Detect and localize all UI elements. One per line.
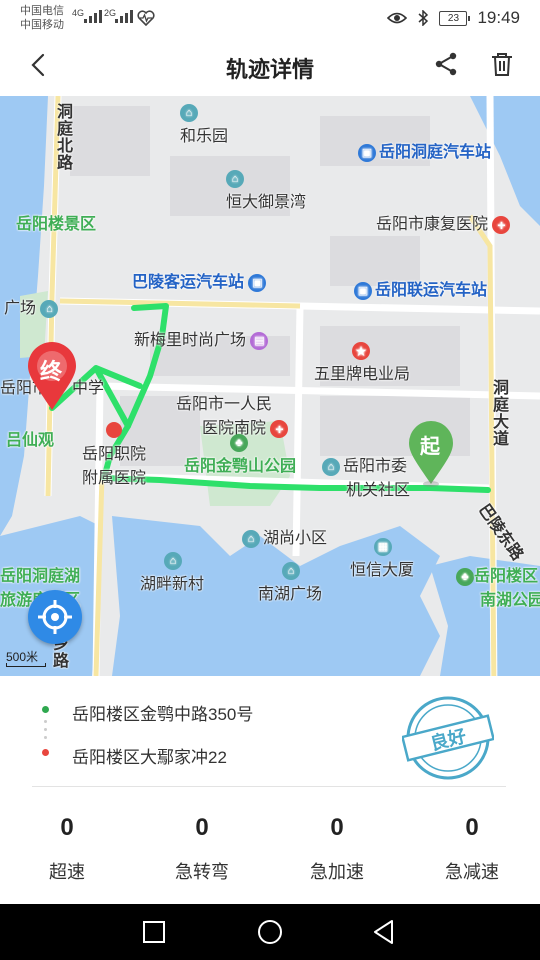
connector-dot: [44, 736, 47, 739]
residential-icon: ⌂: [282, 562, 300, 580]
stat-value: 0: [330, 814, 344, 841]
clock: 19:49: [477, 8, 520, 27]
residential-icon: ⌂: [242, 529, 260, 548]
map-label-dongting-avenue: 洞庭大道: [492, 380, 509, 448]
start-marker-label: 起: [420, 436, 440, 458]
battery-indicator: 23: [439, 10, 471, 26]
map-label-dongting-bus-station: ▣ 岳阳洞庭汽车站: [358, 138, 491, 162]
map-label-hupan: ⌂ 湖畔新村: [140, 552, 204, 594]
residential-icon: ⌂: [164, 552, 182, 570]
map-label-xinmeili: 新梅里时尚广场 ▤: [134, 326, 271, 350]
map-label-hushang: ⌂ 湖尚小区: [242, 524, 327, 548]
trash-icon[interactable]: [488, 50, 516, 78]
signal-icon: [84, 10, 102, 23]
shopping-icon: ▤: [250, 331, 269, 350]
map-label-yueyanglou: 岳阳楼景区: [16, 216, 97, 233]
residential-icon: ⌂: [322, 457, 340, 476]
bus-icon: ▣: [358, 143, 376, 162]
stat-hard-braking: 0 急减速: [417, 814, 527, 884]
signal-icon-2: [115, 10, 133, 23]
rating-stamp: 良好: [400, 692, 496, 784]
end-dot: [42, 749, 49, 756]
map-label-baling-station: 巴陵客运汽车站 ▣: [132, 268, 269, 292]
government-icon: ★: [352, 342, 370, 360]
bluetooth-icon: [418, 10, 429, 26]
stat-hard-acceleration: 0 急加速: [282, 814, 392, 884]
app-header: 轨迹详情: [0, 36, 540, 96]
carrier-labels: 中国电信 中国移动: [20, 4, 64, 32]
stat-label: 急转弯: [175, 862, 229, 882]
map-label-jinesshan-park: ♣ 岳阳金鹗山公园: [184, 434, 296, 476]
stat-label: 超速: [49, 862, 85, 882]
stat-value: 0: [195, 814, 209, 841]
map-label-committee: ⌂ 岳阳市委 机关社区: [322, 452, 410, 500]
map-label-dongting-north-road: 洞庭北路: [56, 104, 73, 172]
stat-label: 急减速: [445, 862, 499, 882]
home-circle-icon[interactable]: [256, 918, 284, 946]
stat-value: 0: [60, 814, 74, 841]
office-icon: ▦: [374, 538, 392, 556]
end-marker-label: 终: [40, 359, 63, 384]
park-icon: ♣: [456, 567, 474, 586]
map-label-guangchang: 广场 ⌂: [4, 294, 61, 318]
connector-dot: [44, 720, 47, 723]
crosshair-icon: [38, 600, 72, 634]
map-label-lvxianguan: 吕仙观: [6, 432, 55, 449]
carrier-1: 中国电信: [20, 5, 64, 17]
eye-icon: [387, 12, 408, 24]
map-scale-bar: [6, 663, 46, 667]
trip-details-panel: 岳阳楼区金鹗中路350号 岳阳楼区大鄢家冲22 良好 0 超速 0 急转弯 0 …: [0, 676, 540, 904]
bus-icon: ▣: [248, 273, 267, 292]
system-nav-bar: [0, 904, 540, 960]
network-type-1: 4G: [72, 8, 85, 18]
map-label-vocational-hospital: 岳阳职院 附属医院: [82, 446, 147, 487]
back-triangle-icon[interactable]: [370, 918, 398, 946]
status-bar: 中国电信 中国移动 4G 2G 23 19:49: [0, 0, 540, 36]
end-address: 岳阳楼区大鄢家冲22: [72, 748, 227, 767]
share-icon[interactable]: [432, 50, 460, 78]
locate-button[interactable]: [28, 590, 82, 644]
end-marker[interactable]: 终: [24, 342, 80, 412]
start-marker[interactable]: 起: [406, 420, 456, 488]
recents-square-icon[interactable]: [140, 918, 168, 946]
map-label-first-hospital: 岳阳市一人民 医院南院 +: [176, 390, 291, 438]
connector-dot: [44, 728, 47, 731]
bus-icon: ▣: [354, 281, 372, 300]
map-label-hengxin: ▦ 恒信大厦: [350, 538, 414, 580]
residential-icon: ⌂: [180, 104, 198, 122]
map-label-hengda: ⌂ 恒大御景湾: [226, 170, 306, 212]
park-icon: ♣: [230, 434, 248, 452]
start-dot: [42, 706, 49, 713]
start-address: 岳阳楼区金鹗中路350号: [72, 705, 254, 724]
divider: [32, 786, 506, 787]
map-label-nanhu-park: ♣ 岳阳楼区 南湖公园: [456, 562, 540, 610]
residential-icon: ⌂: [226, 170, 244, 188]
residential-icon: ⌂: [40, 299, 59, 318]
stat-speeding: 0 超速: [12, 814, 122, 884]
hospital-icon: +: [492, 215, 511, 234]
trip-map[interactable]: 洞庭北路 ⌂ 和乐园 ▣ 岳阳洞庭汽车站 ⌂ 恒大御景湾 岳阳楼景区 岳阳市康复医院 …: [0, 96, 540, 676]
map-label-rehab-hospital: 岳阳市康复医院 +: [376, 210, 513, 234]
map-label-hele-garden: ⌂ 和乐园: [180, 104, 228, 146]
carrier-2: 中国移动: [20, 19, 64, 31]
stat-sharp-turn: 0 急转弯: [147, 814, 257, 884]
stat-value: 0: [465, 814, 479, 841]
stat-label: 急加速: [310, 862, 364, 882]
map-label-wulipai: ★ 五里牌电业局: [314, 342, 411, 384]
health-heart-icon: [137, 10, 155, 26]
map-label-lianyun-station: ▣ 岳阳联运汽车站: [354, 276, 487, 300]
map-label-nanhu-plaza: ⌂ 南湖广场: [258, 562, 322, 604]
